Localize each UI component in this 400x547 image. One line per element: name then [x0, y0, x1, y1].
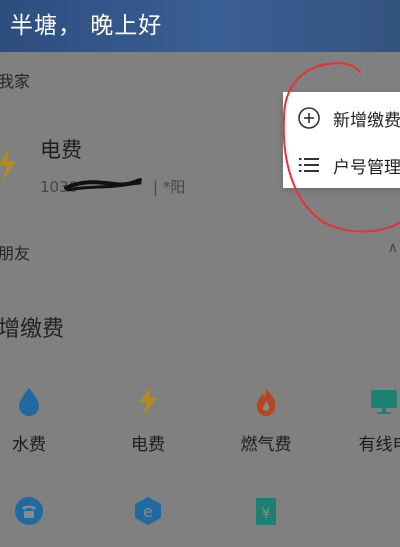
broadband-e-icon: e	[135, 497, 161, 525]
home-section-label: 我家	[0, 72, 31, 91]
service-water[interactable]: 水费	[0, 386, 67, 455]
service-gas[interactable]: 燃气费	[228, 386, 304, 455]
bill-title[interactable]: 电费	[40, 134, 82, 164]
tv-icon	[371, 390, 397, 414]
lightning-icon	[139, 387, 157, 415]
service-broadband[interactable]: e	[110, 496, 186, 526]
menu-item-add-payment-label: 新增缴费	[333, 110, 400, 131]
service-water-label: 水费	[12, 435, 46, 455]
menu-item-account-management-label: 户号管理	[333, 157, 400, 178]
friends-more-indicator[interactable]: ∧	[388, 240, 398, 256]
building-yen-icon: ¥	[256, 498, 276, 525]
flame-icon	[256, 388, 276, 416]
service-telephone[interactable]	[0, 496, 67, 526]
menu-item-account-management[interactable]: 户号管理	[297, 150, 400, 180]
popup-menu: 新增缴费 户号管理	[283, 92, 400, 188]
svg-text:¥: ¥	[262, 506, 271, 522]
greeting-text: 半塘， 晚上好	[10, 13, 163, 39]
service-cable-tv-label: 有线电	[358, 435, 400, 455]
water-drop-icon	[19, 388, 39, 416]
top-banner: 半塘， 晚上好	[0, 0, 400, 52]
service-electric-label: 电费	[131, 435, 165, 455]
telephone-icon	[15, 497, 43, 525]
svg-text:e: e	[143, 502, 153, 521]
list-icon	[299, 158, 319, 172]
lightning-icon	[0, 148, 16, 182]
menu-item-add-payment[interactable]: 新增缴费	[297, 103, 400, 133]
service-electric[interactable]: 电费	[110, 386, 186, 455]
service-gas-label: 燃气费	[240, 435, 292, 455]
friends-section-label: 朋友	[0, 244, 31, 263]
account-separator: |	[152, 178, 159, 196]
plus-circle-icon	[298, 107, 320, 129]
service-property[interactable]: ¥	[228, 496, 304, 526]
service-cable-tv[interactable]: 有线电	[346, 386, 400, 455]
quick-pay-title: 增缴费	[0, 317, 65, 342]
account-holder-name: *阳	[162, 178, 186, 196]
redaction-scribble	[64, 178, 142, 192]
